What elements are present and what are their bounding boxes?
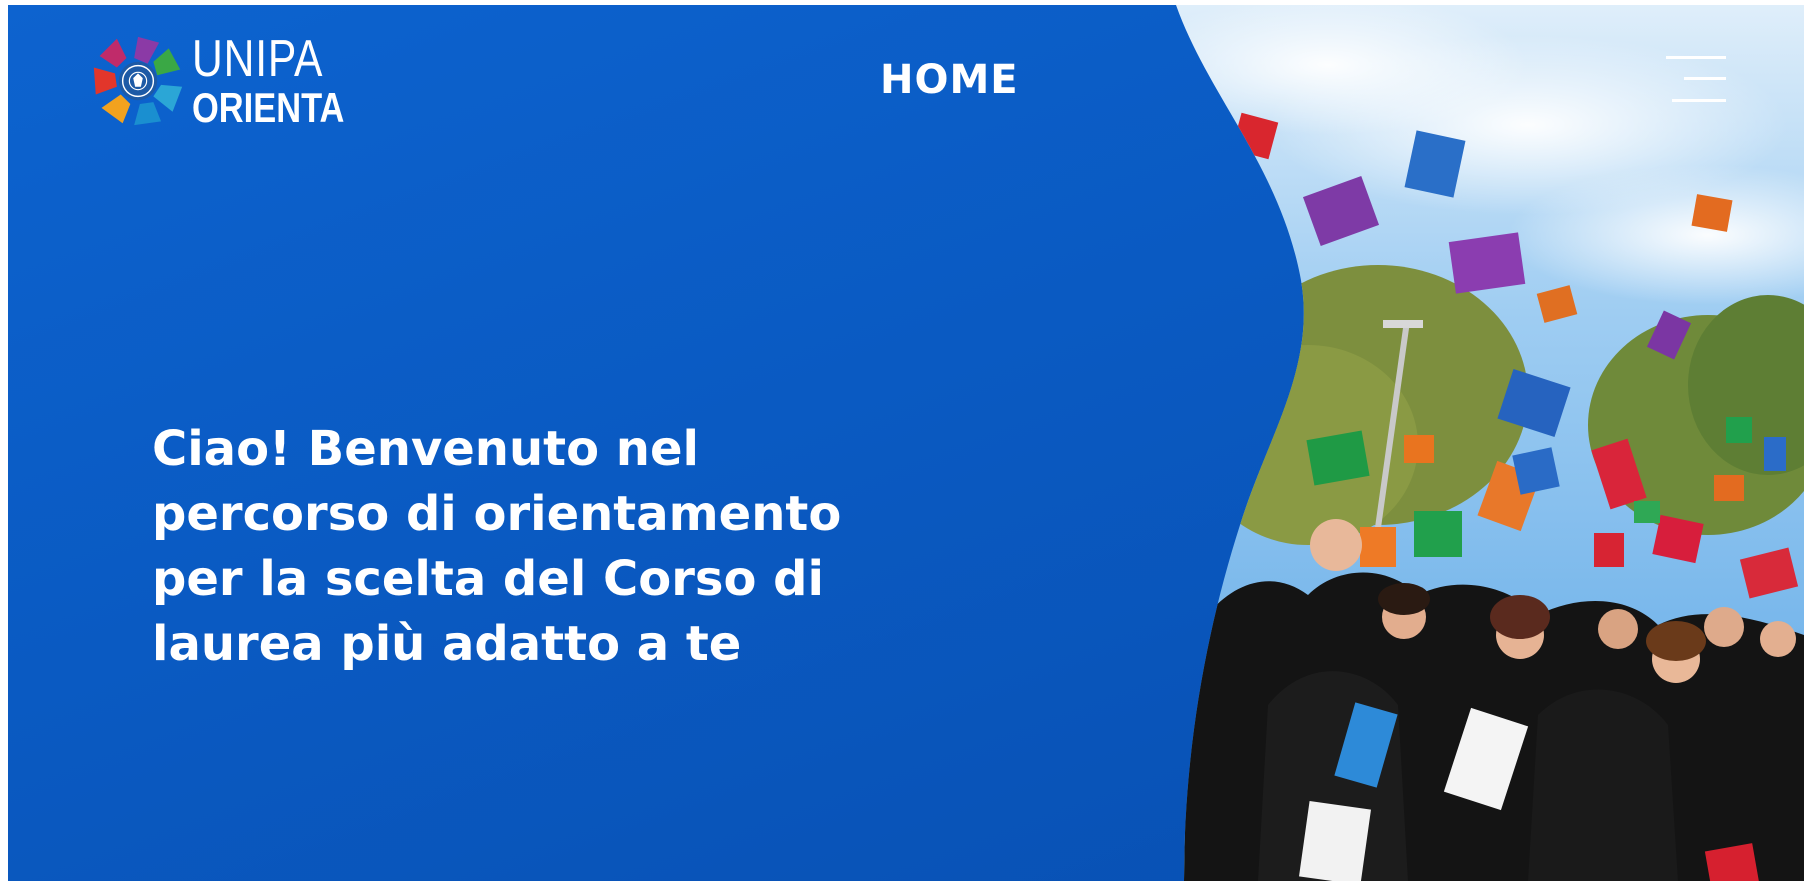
- menu-line: [1672, 99, 1726, 102]
- logo-wordmark: UNIPA ORIENTA: [192, 33, 344, 129]
- logo-line-unipa: UNIPA: [192, 29, 324, 88]
- hero-line: laurea più adatto a te: [152, 616, 742, 672]
- nav-home-link[interactable]: HOME: [880, 57, 1019, 103]
- hamburger-menu-icon[interactable]: [1656, 53, 1726, 105]
- menu-line: [1666, 56, 1726, 59]
- hero-heading: Ciao! Benvenuto nel percorso di orientam…: [152, 417, 912, 677]
- unipa-seal-logo-icon: [93, 36, 183, 125]
- menu-line: [1684, 77, 1726, 80]
- hero-line: percorso di orientamento: [152, 486, 842, 542]
- hero-line: Ciao! Benvenuto nel: [152, 421, 699, 477]
- hero-line: per la scelta del Corso di: [152, 551, 824, 607]
- unipa-orienta-logo[interactable]: UNIPA ORIENTA: [90, 33, 370, 128]
- logo-line-orienta: ORIENTA: [192, 83, 345, 131]
- page: UNIPA ORIENTA HOME Ciao! Benvenuto nel p…: [8, 5, 1804, 881]
